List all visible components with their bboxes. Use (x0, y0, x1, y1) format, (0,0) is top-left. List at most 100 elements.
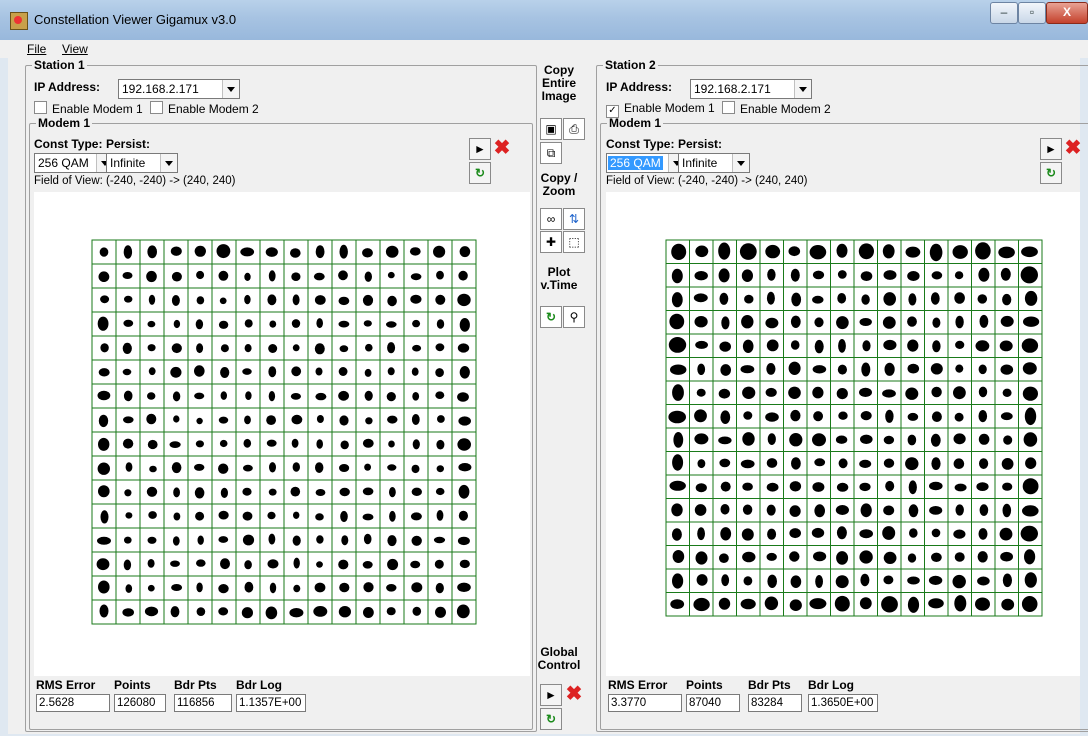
constellation-point (122, 342, 132, 354)
station-2-persist-select[interactable]: Infinite (678, 153, 750, 173)
constellation-point (907, 316, 917, 327)
close-button[interactable]: X (1046, 2, 1088, 24)
station-1-enable-modem-1[interactable]: Enable Modem 1 (34, 101, 143, 116)
station-1-const-select[interactable]: 256 QAM (34, 153, 114, 173)
constellation-point (457, 438, 472, 451)
constellation-point (290, 393, 301, 400)
constellation-point (292, 462, 300, 472)
constellation-point (218, 584, 229, 594)
constellation-point (836, 526, 847, 540)
constellation-point (244, 319, 253, 328)
station-2-const-select[interactable]: 256 QAM (606, 153, 686, 173)
crosshair-icon[interactable]: ✚ (540, 231, 562, 253)
constellation-point (364, 463, 371, 471)
plot-refresh-icon[interactable] (540, 306, 562, 328)
constellation-point (766, 339, 779, 352)
constellation-point (859, 459, 872, 468)
constellation-point (124, 536, 132, 544)
constellation-point (790, 315, 801, 328)
station-1-title: Station 1 (34, 58, 85, 72)
save-icon[interactable]: ▣ (540, 118, 562, 140)
constellation-point (125, 512, 133, 519)
constellation-point (909, 528, 918, 538)
constellation-point (338, 296, 350, 306)
refresh-button[interactable] (469, 162, 491, 184)
menu-view[interactable]: View (62, 42, 88, 56)
constellation-point (458, 484, 470, 499)
constellation-point (244, 415, 251, 425)
constellation-point (122, 272, 133, 279)
station-1-plot-area (34, 192, 530, 676)
constellation-point (979, 458, 989, 469)
chevron-down-icon[interactable] (794, 80, 811, 98)
station-2-enable-modem-1-label: Enable Modem 1 (624, 101, 715, 115)
global-play-button[interactable]: ► (540, 684, 562, 706)
constellation-point (459, 366, 470, 379)
global-refresh-button[interactable] (540, 708, 562, 730)
constellation-point (835, 435, 848, 444)
station-1-persist-select[interactable]: Infinite (106, 153, 178, 173)
constellation-point (147, 320, 156, 328)
chevron-down-icon[interactable] (732, 154, 749, 172)
refresh-button[interactable] (1040, 162, 1062, 184)
constellation-point (456, 604, 470, 619)
constellation-point (291, 319, 301, 328)
chevron-down-icon[interactable] (160, 154, 177, 172)
constellation-point (218, 510, 229, 520)
station-1-enable-modem-2[interactable]: Enable Modem 2 (150, 101, 259, 116)
magnifier-icon[interactable]: ⚲ (563, 306, 585, 328)
constellation-point (672, 384, 684, 401)
station-1-ip-select[interactable]: 192.168.2.171 (118, 79, 240, 99)
constellation-point (339, 487, 350, 497)
copy-icon[interactable]: ⧉ (540, 142, 562, 164)
constellation-point (364, 271, 372, 282)
title-bar[interactable]: Constellation Viewer Gigamux v3.0 – ▫ X (0, 0, 1088, 40)
station-2-ip-select[interactable]: 192.168.2.171 (690, 79, 812, 99)
constellation-point (697, 459, 706, 469)
constellation-point (243, 464, 253, 472)
minimize-button[interactable]: – (990, 2, 1018, 24)
constellation-point (999, 527, 1013, 541)
checkbox-icon[interactable] (150, 101, 163, 114)
play-button[interactable]: ► (1040, 138, 1062, 160)
constellation-point (999, 340, 1013, 352)
checkbox-icon[interactable] (34, 101, 47, 114)
global-stop-button[interactable]: ✖ (564, 684, 584, 704)
chevron-down-icon[interactable] (222, 80, 239, 98)
station-1-constellation-plot (91, 239, 477, 625)
constellation-point (171, 462, 182, 474)
maximize-button[interactable]: ▫ (1018, 2, 1046, 24)
constellation-point (171, 584, 183, 591)
constellation-point (338, 390, 349, 401)
constellation-point (219, 439, 228, 448)
zoom-fit-icon[interactable]: ⇅ (563, 208, 585, 230)
stop-button[interactable]: ✖ (492, 138, 512, 158)
constellation-point (954, 292, 965, 304)
constellation-point (882, 244, 895, 259)
binoculars-icon[interactable]: ∞ (540, 208, 562, 230)
constellation-point (954, 552, 965, 562)
constellation-point (123, 416, 134, 424)
stop-button[interactable]: ✖ (1063, 138, 1083, 158)
constellation-point (932, 317, 941, 328)
constellation-point (410, 294, 422, 304)
constellation-point (1025, 457, 1037, 470)
menu-file[interactable]: File (27, 42, 46, 56)
print-icon[interactable]: ⎙ (563, 118, 585, 140)
constellation-point (315, 392, 327, 401)
constellation-point (905, 246, 921, 258)
select-rect-icon[interactable]: ⬚ (563, 231, 585, 253)
constellation-point (928, 575, 943, 585)
constellation-point (265, 247, 278, 257)
station-2-bdrpts-label: Bdr Pts (748, 678, 791, 692)
station-1-enable-modem-2-label: Enable Modem 2 (168, 102, 259, 116)
constellation-point (789, 551, 800, 562)
play-button[interactable]: ► (469, 138, 491, 160)
station-2-enable-modem-2[interactable]: Enable Modem 2 (722, 101, 831, 116)
constellation-point (314, 343, 325, 355)
checkbox-icon[interactable] (722, 101, 735, 114)
constellation-point (672, 454, 684, 471)
constellation-point (316, 535, 324, 544)
constellation-point (437, 415, 445, 423)
constellation-point (978, 528, 988, 540)
